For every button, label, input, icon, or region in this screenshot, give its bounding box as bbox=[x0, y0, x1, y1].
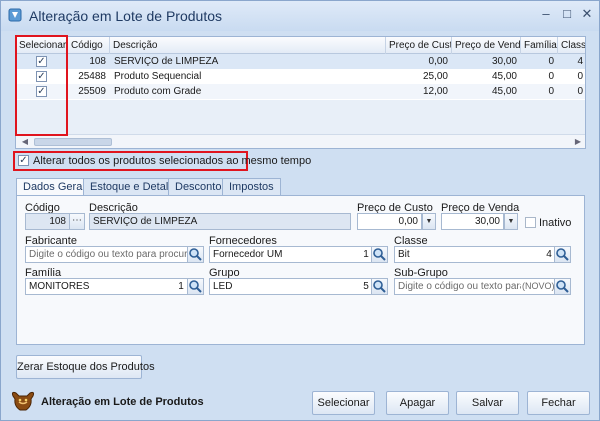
cell-familia: 0 bbox=[548, 56, 554, 67]
cell-descricao: Produto Sequencial bbox=[114, 71, 202, 82]
chevron-down-icon[interactable]: ▼ bbox=[422, 213, 436, 230]
cell-preco-custo: 12,00 bbox=[422, 86, 448, 97]
bull-logo-icon bbox=[11, 391, 35, 411]
checkmark-icon: ✓ bbox=[18, 155, 29, 166]
selection-highlight bbox=[15, 35, 68, 136]
horizontal-scrollbar[interactable]: ◀ ▶ bbox=[16, 134, 585, 148]
table-row[interactable]: ✓ 25509 Produto com Grade 12,00 45,00 0 … bbox=[16, 84, 585, 99]
alter-all-label: Alterar todos os produtos selecionados a… bbox=[33, 155, 312, 167]
cell-preco-venda: 45,00 bbox=[491, 86, 517, 97]
grupo-search-button[interactable] bbox=[371, 278, 388, 295]
tab-impostos[interactable]: Impostos bbox=[222, 178, 281, 196]
table-row[interactable]: ✓ 108 SERVIÇO de LIMPEZA 0,00 30,00 0 4 bbox=[16, 54, 585, 69]
cell-descricao: SERVIÇO de LIMPEZA bbox=[114, 56, 219, 67]
fornecedores-search-button[interactable] bbox=[371, 246, 388, 263]
inativo-label: Inativo bbox=[539, 217, 572, 229]
cell-classe: 0 bbox=[577, 86, 583, 97]
magnifier-icon bbox=[189, 280, 202, 293]
scrollbar-thumb[interactable] bbox=[34, 138, 112, 146]
cell-preco-custo: 0,00 bbox=[428, 56, 448, 67]
classe-search-button[interactable] bbox=[554, 246, 571, 263]
main-window: Alteração em Lote de Produtos – □ ✕ Sele… bbox=[0, 0, 600, 421]
zerar-estoque-button[interactable]: Zerar Estoque dos Produtos bbox=[16, 355, 155, 379]
fechar-button[interactable]: Fechar bbox=[527, 391, 590, 415]
preco-venda-field[interactable]: 30,00 bbox=[441, 213, 504, 230]
magnifier-icon bbox=[556, 280, 569, 293]
column-header-preco-venda[interactable]: Preço de Venda bbox=[452, 37, 521, 54]
grid-empty-area bbox=[16, 100, 585, 134]
minimize-icon[interactable]: – bbox=[537, 5, 555, 23]
column-header-classe[interactable]: Classe bbox=[558, 37, 585, 54]
checkbox-box bbox=[525, 217, 536, 228]
scroll-right-icon[interactable]: ▶ bbox=[571, 136, 585, 148]
magnifier-icon bbox=[189, 248, 202, 261]
grupo-field[interactable]: LED bbox=[209, 278, 361, 295]
subgrupo-field[interactable]: Digite o código ou texto para proc bbox=[394, 278, 522, 295]
cell-familia: 0 bbox=[548, 71, 554, 82]
products-grid: Selecionar Código Descrição Preço de Cus… bbox=[15, 36, 586, 149]
magnifier-icon bbox=[556, 248, 569, 261]
cell-codigo: 25509 bbox=[78, 86, 106, 97]
salvar-button[interactable]: Salvar bbox=[456, 391, 519, 415]
magnifier-icon bbox=[373, 280, 386, 293]
cell-familia: 0 bbox=[548, 86, 554, 97]
inativo-checkbox[interactable] bbox=[525, 217, 536, 228]
cell-preco-venda: 45,00 bbox=[491, 71, 517, 82]
cell-classe: 0 bbox=[577, 71, 583, 82]
familia-field[interactable]: MONITORES bbox=[25, 278, 176, 295]
magnifier-icon bbox=[373, 248, 386, 261]
cell-preco-venda: 30,00 bbox=[491, 56, 517, 67]
chevron-down-icon[interactable]: ▼ bbox=[504, 213, 518, 230]
classe-field[interactable]: Bit bbox=[394, 246, 544, 263]
selecionar-button[interactable]: Selecionar bbox=[312, 391, 375, 415]
codigo-field[interactable]: 108 bbox=[25, 213, 70, 230]
grid-header: Selecionar Código Descrição Preço de Cus… bbox=[16, 37, 585, 54]
column-header-codigo[interactable]: Código bbox=[68, 37, 110, 54]
window-title: Alteração em Lote de Produtos bbox=[29, 8, 223, 24]
close-icon[interactable]: ✕ bbox=[578, 5, 596, 23]
apagar-button[interactable]: Apagar bbox=[386, 391, 449, 415]
ellipsis-icon[interactable]: ⋯ bbox=[69, 213, 85, 230]
preco-custo-field[interactable]: 0,00 bbox=[357, 213, 422, 230]
column-header-descricao[interactable]: Descrição bbox=[110, 37, 386, 54]
table-row[interactable]: ✓ 25488 Produto Sequencial 25,00 45,00 0… bbox=[16, 69, 585, 84]
app-window-icon bbox=[8, 8, 22, 22]
maximize-icon[interactable]: □ bbox=[558, 5, 576, 23]
fornecedores-field[interactable]: Fornecedor UM bbox=[209, 246, 361, 263]
cell-classe: 4 bbox=[577, 56, 583, 67]
cell-codigo: 25488 bbox=[78, 71, 106, 82]
subgrupo-search-button[interactable] bbox=[554, 278, 571, 295]
familia-count: 1 bbox=[175, 278, 187, 295]
fabricante-field[interactable]: Digite o código ou texto para procura bbox=[25, 246, 188, 263]
footer-title: Alteração em Lote de Produtos bbox=[41, 396, 204, 408]
column-header-preco-custo[interactable]: Preço de Custo bbox=[386, 37, 452, 54]
subgrupo-new-tag: (NOVO) bbox=[521, 278, 555, 295]
alter-all-checkbox[interactable]: ✓ bbox=[18, 155, 29, 166]
cell-codigo: 108 bbox=[89, 56, 106, 67]
familia-search-button[interactable] bbox=[187, 278, 204, 295]
descricao-field[interactable]: SERVIÇO de LIMPEZA bbox=[89, 213, 351, 230]
cell-preco-custo: 25,00 bbox=[422, 71, 448, 82]
fabricante-search-button[interactable] bbox=[187, 246, 204, 263]
scroll-left-icon[interactable]: ◀ bbox=[18, 136, 32, 148]
title-bar: Alteração em Lote de Produtos – □ ✕ bbox=[1, 1, 599, 31]
column-header-familia[interactable]: Família bbox=[521, 37, 558, 54]
cell-descricao: Produto com Grade bbox=[114, 86, 202, 97]
